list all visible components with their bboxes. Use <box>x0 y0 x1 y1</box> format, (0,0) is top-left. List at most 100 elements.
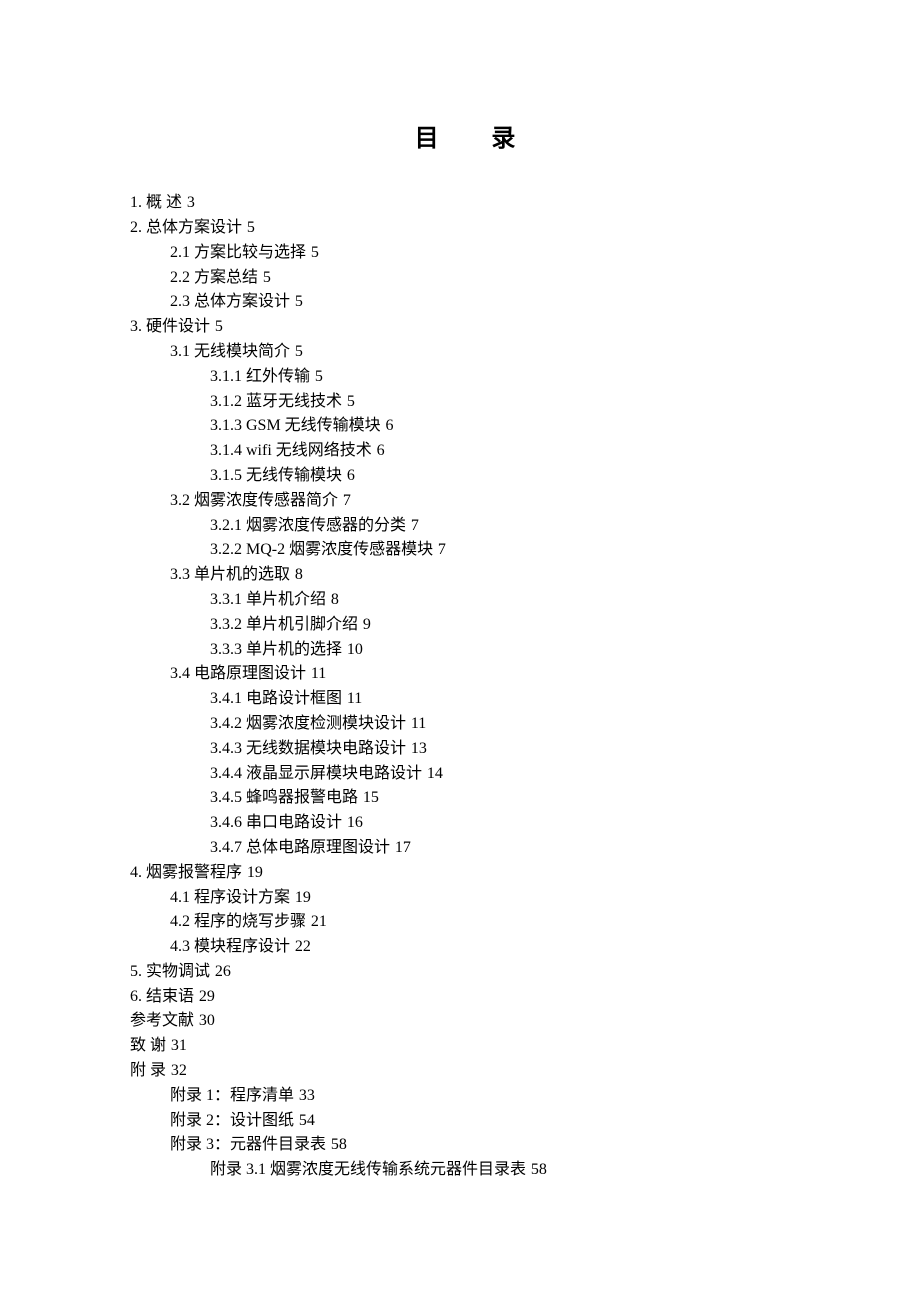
toc-entry-text: 4. 烟雾报警程序 <box>130 864 242 881</box>
toc-entry-page: 10 <box>347 641 363 658</box>
toc-entry-text: 4.3 模块程序设计 <box>170 938 290 955</box>
toc-entry: 附录 3：元器件目录表 58 <box>130 1133 800 1158</box>
toc-entry-page: 33 <box>299 1087 315 1104</box>
toc-entry-page: 5 <box>263 269 271 286</box>
toc-entry: 3.4.4 液晶显示屏模块电路设计14 <box>130 762 800 787</box>
toc-entry: 3.4.3 无线数据模块电路设计13 <box>130 737 800 762</box>
toc-entry: 3.1.4 wifi 无线网络技术6 <box>130 439 800 464</box>
toc-entry-page: 58 <box>331 1136 347 1153</box>
toc-entry-page: 5 <box>295 343 303 360</box>
toc-entry: 3.1.5 无线传输模块 6 <box>130 464 800 489</box>
toc-entry-text: 3.2.2 MQ-2 烟雾浓度传感器模块 <box>210 541 433 558</box>
toc-entry-page: 54 <box>299 1112 315 1129</box>
toc-entry-text: 附录 1：程序清单 <box>170 1087 294 1104</box>
toc-entry-page: 14 <box>427 765 443 782</box>
toc-entry: 3.1 无线模块简介 5 <box>130 340 800 365</box>
toc-entry-page: 58 <box>531 1161 547 1178</box>
toc-entry: 致 谢 31 <box>130 1034 800 1059</box>
toc-entry-page: 5 <box>295 293 303 310</box>
toc-entry-page: 5 <box>315 368 323 385</box>
toc-entry-page: 5 <box>347 393 355 410</box>
title-char-1: 目 <box>415 125 439 152</box>
page-title: 目录 <box>130 120 800 157</box>
toc-entry-text: 2.3 总体方案设计 <box>170 293 290 310</box>
toc-entry: 附录 3.1 烟雾浓度无线传输系统元器件目录表58 <box>130 1158 800 1183</box>
toc-entry-page: 8 <box>295 566 303 583</box>
toc-entry-page: 7 <box>411 517 419 534</box>
toc-entry-text: 3.3.1 单片机介绍 <box>210 591 326 608</box>
toc-entry: 3.1.2 蓝牙无线技术5 <box>130 390 800 415</box>
toc-entry-page: 11 <box>311 665 326 682</box>
toc-entry-text: 4.1 程序设计方案 <box>170 889 290 906</box>
toc-entry-text: 3.1.1 红外传输 <box>210 368 310 385</box>
toc-entry-page: 9 <box>363 616 371 633</box>
toc-entry-text: 4.2 程序的烧写步骤 <box>170 913 306 930</box>
toc-entry: 1. 概 述3 <box>130 191 800 216</box>
toc-entry: 3.1.3 GSM 无线传输模块6 <box>130 414 800 439</box>
toc-entry-text: 3.2.1 烟雾浓度传感器的分类 <box>210 517 406 534</box>
toc-entry-text: 3.2 烟雾浓度传感器简介 <box>170 492 338 509</box>
toc-entry-page: 17 <box>395 839 411 856</box>
toc-entry: 附 录 32 <box>130 1059 800 1084</box>
toc-entry-text: 3.3.3 单片机的选择 <box>210 641 342 658</box>
toc-entry: 3.2 烟雾浓度传感器简介7 <box>130 489 800 514</box>
toc-entry-text: 3.1 无线模块简介 <box>170 343 290 360</box>
toc-entry-text: 参考文献 <box>130 1012 194 1029</box>
toc-entry-page: 6 <box>385 417 393 434</box>
toc-entry: 附录 1：程序清单 33 <box>130 1084 800 1109</box>
toc-entry-text: 附录 2：设计图纸 <box>170 1112 294 1129</box>
toc-entry-page: 11 <box>411 715 426 732</box>
toc-entry-text: 3.4.3 无线数据模块电路设计 <box>210 740 406 757</box>
toc-entry: 3.4.1 电路设计框图 11 <box>130 687 800 712</box>
toc-entry: 附录 2：设计图纸 54 <box>130 1109 800 1134</box>
toc-entry-page: 8 <box>331 591 339 608</box>
toc-entry: 4.3 模块程序设计 22 <box>130 935 800 960</box>
table-of-contents: 1. 概 述32. 总体方案设计52.1 方案比较与选择52.2 方案总结52.… <box>130 191 800 1183</box>
toc-entry: 5. 实物调试 26 <box>130 960 800 985</box>
toc-entry-page: 26 <box>215 963 231 980</box>
toc-entry: 3.3.2 单片机引脚介绍 9 <box>130 613 800 638</box>
toc-entry-text: 2.1 方案比较与选择 <box>170 244 306 261</box>
title-char-2: 录 <box>491 125 515 152</box>
toc-entry-page: 5 <box>215 318 223 335</box>
toc-entry: 3.4.6 串口电路设计 16 <box>130 811 800 836</box>
toc-entry: 2.1 方案比较与选择5 <box>130 241 800 266</box>
toc-entry-page: 21 <box>311 913 327 930</box>
toc-entry: 3.4.5 蜂鸣器报警电路15 <box>130 786 800 811</box>
toc-entry-page: 3 <box>187 194 195 211</box>
toc-entry-page: 31 <box>171 1037 187 1054</box>
toc-entry: 3. 硬件设计 5 <box>130 315 800 340</box>
toc-entry-page: 16 <box>347 814 363 831</box>
toc-entry-page: 32 <box>171 1062 187 1079</box>
toc-entry: 3.2.1 烟雾浓度传感器的分类 7 <box>130 514 800 539</box>
toc-entry-text: 3.4.1 电路设计框图 <box>210 690 342 707</box>
toc-entry: 3.1.1 红外传输 5 <box>130 365 800 390</box>
toc-entry-text: 3.1.4 wifi 无线网络技术 <box>210 442 372 459</box>
toc-entry-page: 22 <box>295 938 311 955</box>
toc-entry-text: 3. 硬件设计 <box>130 318 210 335</box>
toc-entry-text: 3.4.2 烟雾浓度检测模块设计 <box>210 715 406 732</box>
toc-entry: 3.3.3 单片机的选择 10 <box>130 638 800 663</box>
toc-entry-text: 附 录 <box>130 1062 166 1079</box>
toc-entry-page: 11 <box>347 690 362 707</box>
toc-entry: 4. 烟雾报警程序 19 <box>130 861 800 886</box>
toc-entry-text: 致 谢 <box>130 1037 166 1054</box>
toc-entry: 3.4.2 烟雾浓度检测模块设计 11 <box>130 712 800 737</box>
toc-entry: 参考文献 30 <box>130 1009 800 1034</box>
toc-entry-page: 30 <box>199 1012 215 1029</box>
toc-entry: 2.3 总体方案设计 5 <box>130 290 800 315</box>
toc-entry: 3.4 电路原理图设计 11 <box>130 662 800 687</box>
toc-entry-text: 5. 实物调试 <box>130 963 210 980</box>
toc-entry: 2. 总体方案设计5 <box>130 216 800 241</box>
toc-entry-text: 3.4 电路原理图设计 <box>170 665 306 682</box>
toc-entry-page: 19 <box>247 864 263 881</box>
toc-entry-text: 3.1.5 无线传输模块 <box>210 467 342 484</box>
toc-entry-text: 3.4.6 串口电路设计 <box>210 814 342 831</box>
toc-entry: 2.2 方案总结5 <box>130 266 800 291</box>
toc-entry-text: 附录 3：元器件目录表 <box>170 1136 326 1153</box>
toc-entry-text: 3.3.2 单片机引脚介绍 <box>210 616 358 633</box>
toc-entry: 3.2.2 MQ-2 烟雾浓度传感器模块7 <box>130 538 800 563</box>
toc-entry: 4.2 程序的烧写步骤 21 <box>130 910 800 935</box>
toc-entry-text: 3.4.7 总体电路原理图设计 <box>210 839 390 856</box>
toc-entry-page: 6 <box>347 467 355 484</box>
